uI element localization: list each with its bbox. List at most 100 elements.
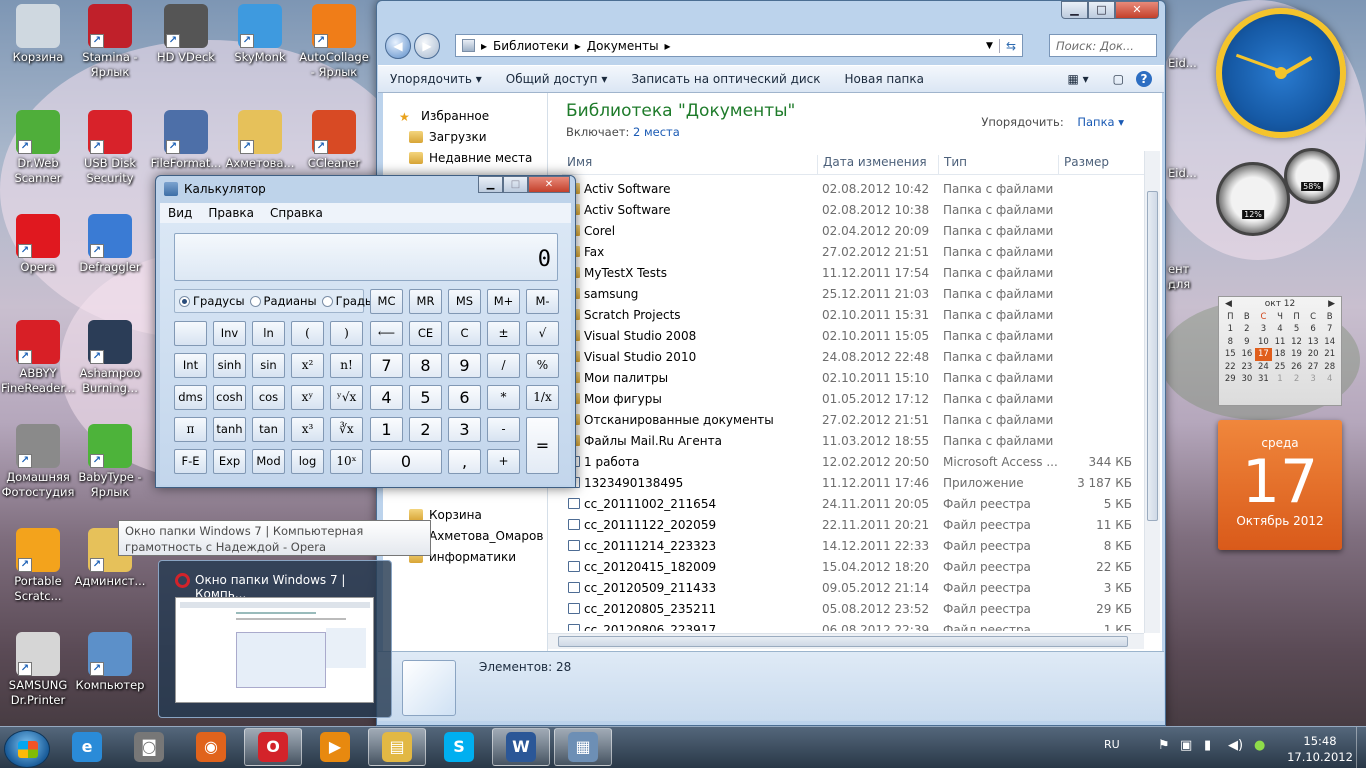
calendar-day[interactable]: 8 bbox=[1222, 336, 1239, 348]
desktop-icon[interactable]: ↗ Компьютер bbox=[72, 632, 148, 693]
calc-key-n7[interactable]: 7 bbox=[370, 353, 403, 378]
desktop-icon[interactable]: ↗ Домашняя Фотостудия bbox=[0, 424, 76, 500]
calc-key-inv[interactable]: Inv bbox=[213, 321, 246, 346]
calc-key-pct[interactable]: % bbox=[526, 353, 559, 378]
maximize-button[interactable]: □ bbox=[1088, 1, 1115, 19]
taskbar-button[interactable]: ◙ bbox=[120, 728, 178, 766]
calendar-day[interactable]: 4 bbox=[1272, 323, 1289, 335]
desktop-icon[interactable]: ↗ SkyMonk bbox=[222, 4, 298, 65]
calc-key-cosh[interactable]: cosh bbox=[213, 385, 246, 410]
desktop-icon[interactable]: ↗ Ахметова... bbox=[222, 110, 298, 171]
nav-item[interactable]: Загрузки bbox=[409, 126, 487, 147]
table-row[interactable]: cc_20120509_211433 09.05.2012 21:14 Файл р… bbox=[562, 578, 1144, 599]
calendar-day[interactable]: 22 bbox=[1222, 361, 1239, 373]
calc-key-pi[interactable]: π bbox=[174, 417, 207, 442]
desktop-icon[interactable]: ↗ USB Disk Security bbox=[72, 110, 148, 186]
calendar-day[interactable]: 11 bbox=[1272, 336, 1289, 348]
search-input[interactable]: Поиск: Док... bbox=[1049, 34, 1157, 57]
calc-key-mminus[interactable]: M- bbox=[526, 289, 559, 314]
calc-key-n2[interactable]: 2 bbox=[409, 417, 442, 442]
table-row[interactable]: samsung 25.12.2011 21:03 Папка с файлами bbox=[562, 284, 1144, 305]
table-row[interactable]: Fax 27.02.2012 21:51 Папка с файлами bbox=[562, 242, 1144, 263]
breadcrumb-documents[interactable]: Документы bbox=[587, 39, 659, 53]
table-row[interactable]: cc_20120805_235211 05.08.2012 23:52 Файл р… bbox=[562, 599, 1144, 620]
table-row[interactable]: Visual Studio 2008 02.10.2011 15:05 Папка … bbox=[562, 326, 1144, 347]
taskbar-button[interactable]: ▤ bbox=[368, 728, 426, 766]
calc-key-c[interactable]: C bbox=[448, 321, 481, 346]
calendar-day[interactable]: 3 bbox=[1255, 323, 1272, 335]
taskbar-button[interactable]: ◉ bbox=[182, 728, 240, 766]
calendar-day[interactable]: 9 bbox=[1239, 336, 1256, 348]
taskbar-thumbnail-preview[interactable]: Окно папки Windows 7 | Компь... bbox=[158, 560, 392, 718]
forward-button[interactable]: ▶ bbox=[414, 33, 440, 59]
calc-key-mc[interactable]: MC bbox=[370, 289, 403, 314]
radio-degrees[interactable]: Градусы bbox=[179, 294, 245, 308]
minimize-button[interactable]: ▁ bbox=[1061, 1, 1088, 19]
prev-month-icon[interactable]: ◀ bbox=[1225, 297, 1232, 311]
desktop-icon[interactable]: ↗ Dr.Web Scanner bbox=[0, 110, 76, 186]
desktop-icon[interactable]: ↗ FileFormat... bbox=[148, 110, 224, 171]
menu-view[interactable]: Вид bbox=[160, 206, 200, 220]
table-row[interactable]: MyTestX Tests 11.12.2011 17:54 Папка с фай… bbox=[562, 263, 1144, 284]
desktop-icon[interactable]: г bbox=[1168, 278, 1200, 293]
desktop-icon[interactable]: ↗ CCleaner bbox=[296, 110, 372, 171]
table-row[interactable]: 1323490138495 11.12.2011 17:46 Приложение 3… bbox=[562, 473, 1144, 494]
calc-key-back[interactable]: ⟵ bbox=[370, 321, 403, 346]
table-row[interactable]: cc_20120806_223917 06.08.2012 22:39 Файл р… bbox=[562, 620, 1144, 631]
calculator-window[interactable]: Калькулятор ▁ □ ✕ Вид Правка Справка 0 Г… bbox=[155, 175, 576, 488]
taskbar-button[interactable]: e bbox=[58, 728, 116, 766]
calc-key-int[interactable]: Int bbox=[174, 353, 207, 378]
radio-radians[interactable]: Радианы bbox=[249, 294, 317, 308]
calc-key-lparen[interactable]: ( bbox=[291, 321, 324, 346]
calendar-day[interactable]: 13 bbox=[1305, 336, 1322, 348]
table-row[interactable]: Мои палитры 02.10.2011 15:10 Папка с файла… bbox=[562, 368, 1144, 389]
tray-flag-icon[interactable]: ⚑ bbox=[1158, 738, 1170, 753]
next-month-icon[interactable]: ▶ bbox=[1328, 297, 1335, 311]
calc-key-ms[interactable]: MS bbox=[448, 289, 481, 314]
table-row[interactable]: 1 работа 12.02.2012 20:50 Microsoft Access… bbox=[562, 452, 1144, 473]
taskbar-button[interactable]: ▶ bbox=[306, 728, 364, 766]
desktop-icon[interactable]: ↗ Defraggler bbox=[72, 214, 148, 275]
vertical-scrollbar[interactable] bbox=[1144, 151, 1160, 633]
nav-item[interactable]: ★ Избранное bbox=[399, 105, 489, 126]
calendar-day[interactable]: 16 bbox=[1239, 348, 1256, 360]
new-folder-button[interactable]: Новая папка bbox=[833, 72, 936, 86]
organize-button[interactable]: Упорядочить ▾ bbox=[378, 72, 494, 86]
taskbar-button[interactable]: O bbox=[244, 728, 302, 766]
desktop-icon[interactable]: ↗ HD VDeck bbox=[148, 4, 224, 65]
calendar-day[interactable]: 7 bbox=[1321, 323, 1338, 335]
calc-key-n1[interactable]: 1 bbox=[370, 417, 403, 442]
volume-icon[interactable]: ◀) bbox=[1228, 738, 1243, 753]
taskbar-button[interactable]: W bbox=[492, 728, 550, 766]
help-icon[interactable]: ? bbox=[1136, 71, 1152, 87]
desktop-icon[interactable]: ↗ Portable Scratc... bbox=[0, 528, 76, 604]
desktop-icon[interactable]: ↗ Stamina - Ярлык bbox=[72, 4, 148, 80]
calendar-day[interactable]: 20 bbox=[1305, 348, 1322, 360]
calc-key-n6[interactable]: 6 bbox=[448, 385, 481, 410]
calendar-day[interactable]: 24 bbox=[1255, 361, 1272, 373]
network-icon[interactable]: ▮ bbox=[1204, 738, 1211, 753]
calendar-gadget[interactable]: ◀ окт 12 ▶ П В С Ч П С В 1 2 3 4 5 6 7 8 9 10 11 12 13 14 15 1… bbox=[1218, 296, 1342, 406]
calc-key-sub[interactable]: - bbox=[487, 417, 520, 442]
calc-key-pow[interactable]: xʸ bbox=[291, 385, 324, 410]
calendar-day[interactable]: 17 bbox=[1255, 348, 1272, 361]
calendar-day[interactable]: 26 bbox=[1288, 361, 1305, 373]
table-row[interactable]: Мои фигуры 01.05.2012 17:12 Папка с файлам… bbox=[562, 389, 1144, 410]
column-type[interactable]: Тип bbox=[938, 155, 1058, 175]
calendar-day[interactable]: 25 bbox=[1272, 361, 1289, 373]
calendar-day[interactable]: 1 bbox=[1272, 373, 1289, 385]
desktop-icon[interactable]: Eid... bbox=[1168, 56, 1200, 71]
calendar-day[interactable]: 6 bbox=[1305, 323, 1322, 335]
table-row[interactable]: Scratch Projects 02.10.2011 15:31 Папка с … bbox=[562, 305, 1144, 326]
calc-key-ce[interactable]: CE bbox=[409, 321, 442, 346]
calendar-day[interactable]: 4 bbox=[1321, 373, 1338, 385]
calc-key-n9[interactable]: 9 bbox=[448, 353, 481, 378]
maximize-button[interactable]: □ bbox=[503, 176, 528, 193]
thumbnail-image[interactable] bbox=[175, 597, 374, 703]
calc-key-n4[interactable]: 4 bbox=[370, 385, 403, 410]
desktop-icon[interactable]: ↗ BabyType - Ярлык bbox=[72, 424, 148, 500]
address-bar[interactable]: ▸ Библиотеки ▸ Документы ▸ ▼ ⇆ bbox=[455, 34, 1023, 57]
calendar-day[interactable]: 14 bbox=[1321, 336, 1338, 348]
tray-app-icon[interactable]: ● bbox=[1254, 738, 1265, 753]
preview-pane-icon[interactable]: ▢ bbox=[1101, 72, 1136, 86]
